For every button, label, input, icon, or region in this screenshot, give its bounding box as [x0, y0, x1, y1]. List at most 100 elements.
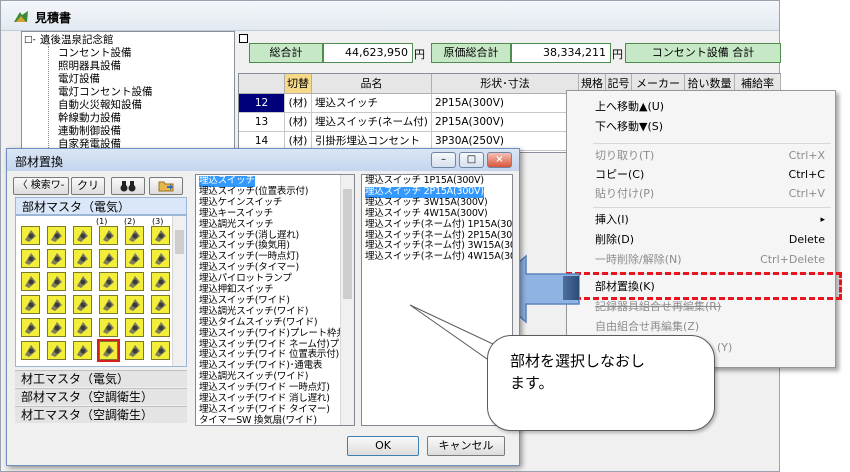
tree-item[interactable]: 電灯コンセント設備 — [58, 86, 153, 99]
grid-header-switch[interactable]: 切替 — [285, 74, 312, 94]
material-icon[interactable] — [125, 341, 144, 360]
maximize-button[interactable]: □ — [459, 152, 484, 168]
parts-name-list[interactable]: 埋込スイッチ 埋込スイッチ(位置表示付) 埋込ケインスイッチ 埋込キースイッチ 埋込調光… — [195, 174, 355, 426]
row-switch[interactable]: (材) — [285, 94, 312, 113]
parts-spec-item[interactable]: 埋込スイッチ 4W15A(300V) — [365, 208, 488, 220]
material-icon[interactable] — [125, 249, 144, 268]
material-icon[interactable] — [47, 318, 66, 337]
material-icon[interactable] — [47, 341, 66, 360]
material-icon[interactable] — [151, 249, 170, 268]
row-switch[interactable]: (材) — [285, 113, 312, 132]
row-spec[interactable]: 2P15A(300V) — [432, 94, 579, 113]
material-icon[interactable] — [47, 295, 66, 314]
grid-header-name[interactable]: 品名 — [312, 74, 432, 94]
search-word-button[interactable]: 〈 検索ワ- — [13, 177, 69, 195]
material-icon[interactable] — [151, 341, 170, 360]
parts-name-item[interactable]: タイマーSW 換気扇(ワイド) — [199, 415, 317, 425]
material-icon[interactable] — [99, 272, 118, 291]
tree-item[interactable]: 自動火災報知設備 — [58, 99, 142, 112]
tree-item[interactable]: 照明器具設備 — [58, 60, 121, 73]
material-icon[interactable] — [21, 318, 40, 337]
close-button[interactable]: × — [487, 152, 512, 168]
menu-copy[interactable]: コピー(C) — [595, 166, 644, 184]
icon-grid[interactable]: (1) (2) (3) — [15, 215, 187, 367]
grid-header-spec[interactable]: 形状･寸法 — [432, 74, 579, 94]
material-icon[interactable] — [47, 249, 66, 268]
parts-name-item[interactable]: 埋込スイッチ(ワイド)プレート枠共 — [199, 328, 346, 340]
parts-name-item[interactable]: 埋込調光スイッチ — [199, 219, 274, 231]
menu-delete-shortcut: Delete — [788, 233, 825, 246]
icon-number: (3) — [152, 217, 164, 226]
menu-re-edit-combination[interactable]: 記録器具組合せ再編集(R) — [595, 298, 721, 316]
binoculars-button[interactable] — [111, 177, 145, 195]
folder-button[interactable] — [149, 177, 183, 195]
material-icon[interactable] — [21, 295, 40, 314]
material-icon[interactable] — [21, 226, 40, 245]
material-icon[interactable] — [151, 318, 170, 337]
material-icon[interactable] — [151, 272, 170, 291]
tree-item[interactable]: 幹線動力設備 — [58, 112, 121, 125]
parts-name-scrollbar[interactable] — [340, 175, 354, 425]
material-icon[interactable] — [125, 272, 144, 291]
material-icon[interactable] — [73, 249, 92, 268]
material-icon[interactable] — [73, 226, 92, 245]
parts-spec-item[interactable]: 埋込スイッチ(ネーム付) 1P15A(300V — [365, 219, 512, 231]
material-icon[interactable] — [125, 318, 144, 337]
material-icon[interactable] — [151, 226, 170, 245]
tree-root[interactable]: 遺後温泉記念館 — [40, 34, 114, 47]
row-number[interactable]: 13 — [239, 113, 285, 132]
menu-paste[interactable]: 貼り付け(P) — [595, 185, 654, 203]
row-name[interactable]: 埋込スイッチ(ネーム付) — [312, 113, 432, 132]
minimize-button[interactable]: – — [431, 152, 456, 168]
row-number[interactable]: 12 — [239, 94, 285, 113]
icon-grid-scrollbar[interactable] — [172, 216, 186, 366]
material-icon[interactable] — [73, 295, 92, 314]
material-icon[interactable] — [99, 295, 118, 314]
category-material-electric[interactable]: 材工マスタ（電気） — [15, 370, 187, 387]
material-icon[interactable] — [73, 318, 92, 337]
binoculars-icon — [120, 181, 136, 192]
row-spec[interactable]: 2P15A(300V) — [432, 113, 579, 132]
material-icon[interactable] — [125, 226, 144, 245]
material-icon[interactable] — [99, 226, 118, 245]
material-icon[interactable] — [73, 272, 92, 291]
material-icon[interactable] — [125, 295, 144, 314]
material-icon[interactable] — [99, 249, 118, 268]
cancel-button[interactable]: キャンセル — [427, 436, 505, 456]
material-icon[interactable] — [97, 339, 120, 362]
material-icon[interactable] — [47, 226, 66, 245]
tree-item[interactable]: コンセント設備 — [58, 47, 132, 60]
material-icon[interactable] — [21, 272, 40, 291]
category-parts-electric[interactable]: 部材マスタ（電気） — [15, 197, 187, 215]
scroll-thumb[interactable] — [175, 230, 184, 254]
menu-insert[interactable]: 挿入(I) — [595, 211, 629, 229]
material-icon[interactable] — [99, 318, 118, 337]
category-material-hvac[interactable]: 材工マスタ（空調衛生） — [15, 406, 187, 423]
tree-connector — [48, 46, 49, 150]
menu-cut[interactable]: 切り取り(T) — [595, 147, 654, 165]
parts-name-item[interactable]: 埋込キースイッチ — [199, 208, 273, 220]
menu-temp-delete[interactable]: 一時削除/解除(N) — [595, 251, 682, 269]
ok-button[interactable]: OK — [347, 436, 419, 456]
tree-toggle[interactable]: □- — [24, 34, 36, 47]
tree-panel[interactable]: □- 遺後温泉記念館 コンセント設備 照明器具設備 電灯設備 電灯コンセント設備… — [21, 31, 235, 151]
material-icon[interactable] — [73, 341, 92, 360]
parts-name-item[interactable]: 埋込タイムスイッチ(ワイド) — [199, 317, 318, 329]
material-icon[interactable] — [47, 272, 66, 291]
material-icon[interactable] — [21, 341, 40, 360]
menu-free-combination[interactable]: 自由組合せ再編集(Z) — [595, 318, 699, 336]
menu-move-up[interactable]: 上へ移動▲(U) — [595, 98, 664, 116]
scroll-thumb[interactable] — [343, 189, 352, 299]
parts-spec-item[interactable]: 埋込スイッチ(ネーム付) 4W15A(300V — [365, 251, 512, 263]
row-name[interactable]: 埋込スイッチ — [312, 94, 432, 113]
menu-move-down[interactable]: 下へ移動▼(S) — [595, 118, 663, 136]
tree-item[interactable]: 電灯設備 — [58, 73, 100, 86]
menu-item-y[interactable]: (Y) — [717, 339, 732, 357]
tree-item[interactable]: 連動制御設備 — [58, 125, 121, 138]
menu-delete[interactable]: 削除(D) — [595, 231, 634, 249]
category-parts-hvac[interactable]: 部材マスタ（空調衛生） — [15, 388, 187, 405]
clear-button[interactable]: クリア — [71, 177, 105, 208]
material-icon[interactable] — [21, 249, 40, 268]
material-icon[interactable] — [151, 295, 170, 314]
summary-checkbox[interactable] — [239, 34, 248, 43]
